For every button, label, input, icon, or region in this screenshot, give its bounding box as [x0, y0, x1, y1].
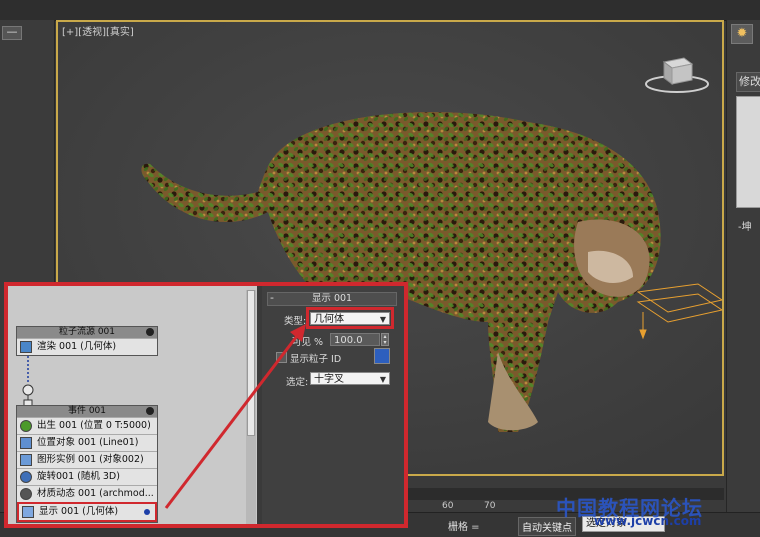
wire-connector [22, 356, 34, 408]
display-color-swatch[interactable] [374, 348, 390, 364]
material-dynamic-icon [20, 488, 32, 500]
node-title: 粒子流源 001 [17, 327, 157, 338]
event-node[interactable]: 事件 001 出生 001 (位置 0 T:5000) 位置对象 001 (Li… [16, 405, 158, 523]
show-particle-id-label: 显示粒子 ID [290, 354, 342, 365]
show-particle-id-checkbox[interactable] [276, 352, 287, 363]
position-object-icon [20, 437, 32, 449]
sun-icon[interactable]: ✹ [731, 24, 753, 44]
grid-label: 栅格 = [448, 522, 480, 533]
render-operator-icon [20, 341, 32, 353]
selected-dropdown[interactable]: 十字叉 ▼ [310, 372, 390, 385]
display-operator-row[interactable]: 显示 001 (几何体) [17, 502, 157, 522]
node-wire-icon[interactable] [146, 407, 154, 415]
collapse-button[interactable]: — [2, 26, 22, 40]
rollout-title[interactable]: 显示 001 [267, 292, 397, 306]
timeline-tick: 70 [484, 501, 496, 511]
viewcube-icon[interactable] [644, 52, 710, 99]
visible-percent-label: 可见 % [292, 337, 324, 348]
operator-row[interactable]: 出生 001 (位置 0 T:5000) [17, 417, 157, 434]
color-dot-icon [144, 509, 150, 515]
type-label: 类型: [284, 316, 307, 327]
selected-label: 选定: [286, 377, 309, 388]
scrollbar-thumb[interactable] [247, 290, 255, 436]
birth-operator-icon [20, 420, 32, 432]
particle-source-node[interactable]: 粒子流源 001 渲染 001 (几何体) [16, 326, 158, 356]
operator-row[interactable]: 图形实例 001 (对象002) [17, 451, 157, 468]
operator-row[interactable]: 旋转001 (随机 3D) [17, 468, 157, 485]
display-operator-icon [22, 506, 34, 518]
shape-instance-icon [20, 454, 32, 466]
timeline-tick: 60 [442, 501, 454, 511]
chevron-down-icon: ▼ [379, 375, 386, 384]
modifier-list[interactable] [736, 96, 760, 208]
top-toolbar [0, 0, 760, 21]
operator-row[interactable]: 位置对象 001 (Line01) [17, 434, 157, 451]
viewport-label[interactable]: [+][透视][真实] [62, 23, 134, 38]
highlight-box [306, 307, 394, 329]
rotation-icon [20, 471, 32, 483]
collapse-icon[interactable]: - [270, 291, 274, 304]
visible-percent-spinner[interactable]: 100.0 [330, 333, 380, 346]
modify-tab[interactable]: 修改 [736, 72, 760, 92]
watermark-url: www.jcwcn.com [594, 514, 702, 528]
operator-row[interactable]: 材质动态 001 (archmod... [17, 485, 157, 502]
spinner-arrows-icon[interactable]: ▴ ▾ [381, 333, 389, 346]
node-wire-icon[interactable] [146, 328, 154, 336]
node-title: 事件 001 [17, 406, 157, 417]
modifier-stack-control[interactable]: -坤 [738, 218, 752, 233]
operator-row[interactable]: 渲染 001 (几何体) [17, 338, 157, 355]
